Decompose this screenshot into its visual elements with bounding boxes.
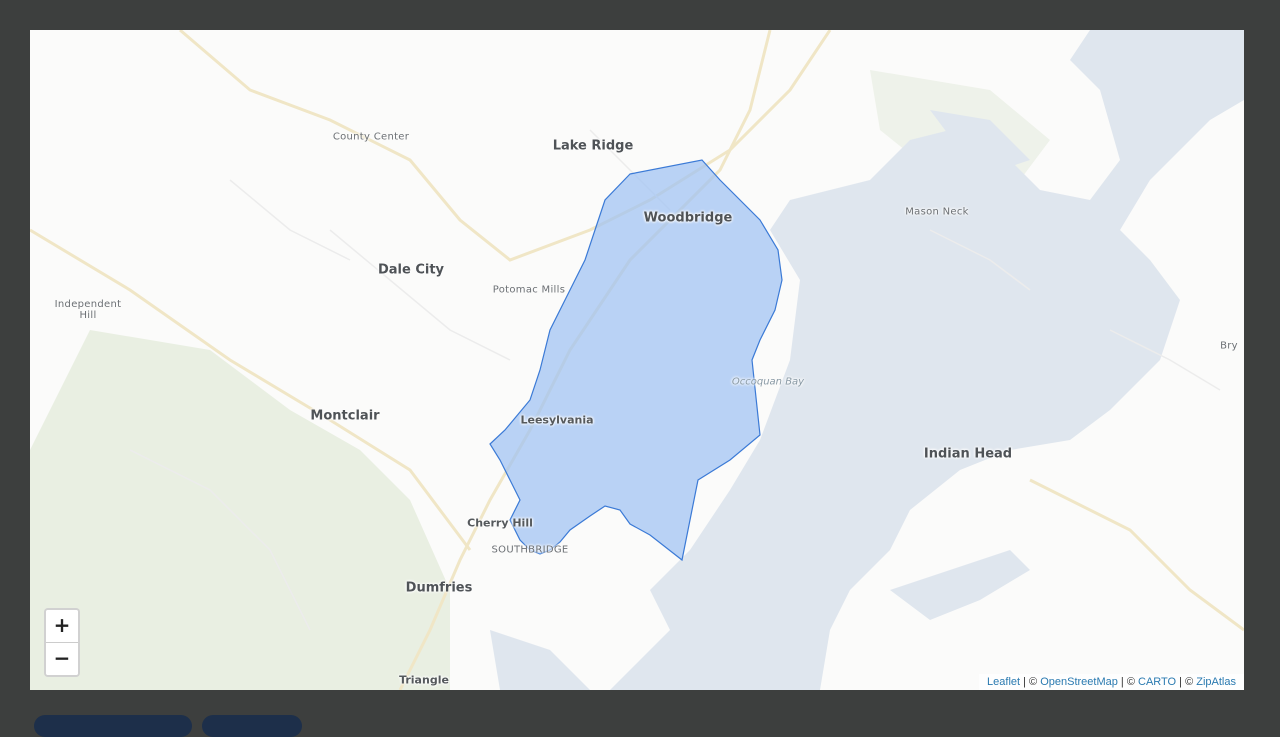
place-label: Woodbridge [643,210,733,226]
place-label: Triangle [399,673,449,687]
carto-link[interactable]: CARTO [1138,676,1176,688]
openstreetmap-link[interactable]: OpenStreetMap [1040,676,1118,688]
place-label: Independent Hill [54,299,122,321]
zipatlas-link[interactable]: ZipAtlas [1196,676,1236,688]
bottom-button-1[interactable] [34,715,192,737]
water-label: Occoquan Bay [731,376,805,388]
place-label: Potomac Mills [492,284,566,296]
place-label: Dumfries [405,580,473,596]
leaflet-link[interactable]: Leaflet [987,676,1020,688]
attribution-separator: | © [1117,676,1138,688]
bottom-button-2[interactable] [202,715,302,737]
zoom-control: + − [44,608,80,677]
place-label: SOUTHBRIDGE [491,544,569,556]
attribution-separator: | © [1020,676,1041,688]
place-label: Lake Ridge [552,138,634,154]
map-tiles[interactable] [30,30,1244,690]
map-container[interactable]: Lake Ridge County Center Woodbridge Maso… [30,30,1244,690]
attribution-separator: | © [1176,676,1197,688]
place-label: Leesylvania [520,413,594,427]
map-attribution: Leaflet | © OpenStreetMap | © CARTO | © … [979,674,1244,690]
place-label: Dale City [377,262,445,278]
zoom-out-button[interactable]: − [46,642,78,675]
place-label: Cherry Hill [467,516,533,530]
zoom-in-button[interactable]: + [46,610,78,642]
place-label: Mason Neck [905,206,969,218]
place-label: Bry [1220,340,1238,352]
place-label: Indian Head [923,446,1013,462]
place-label: County Center [332,131,410,143]
place-label: Montclair [310,408,380,424]
